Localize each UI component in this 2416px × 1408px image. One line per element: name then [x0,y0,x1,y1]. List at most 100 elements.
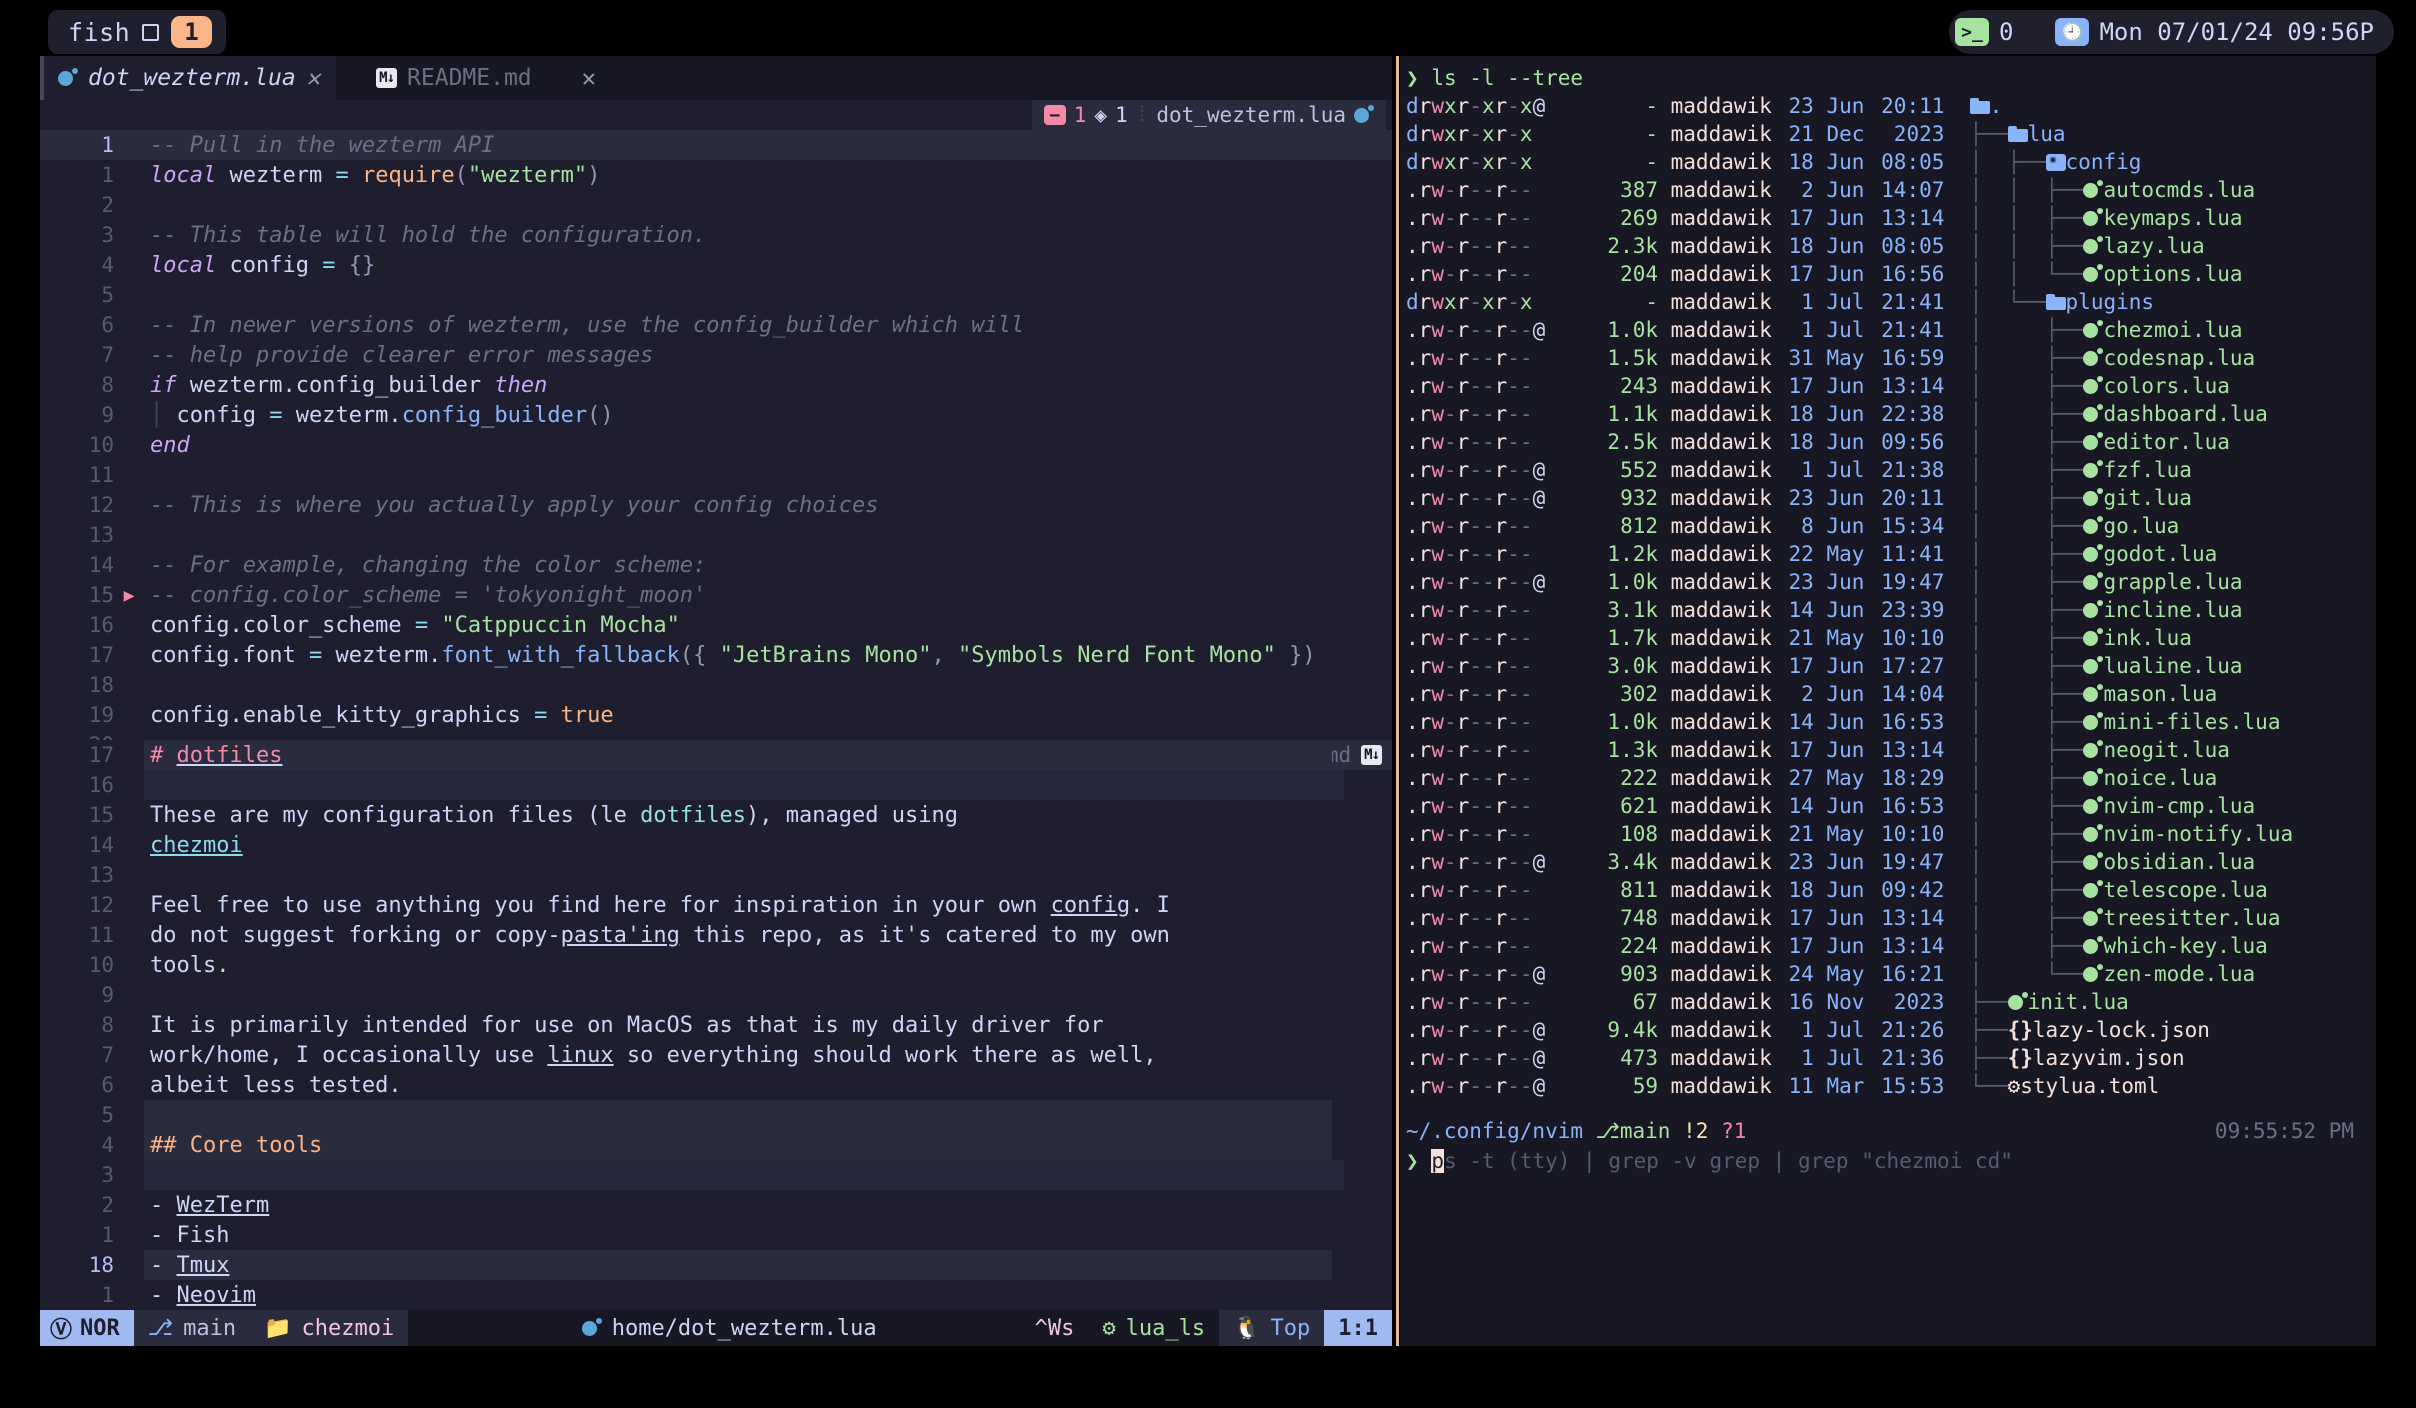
code-text: -- This table will hold the configuratio… [144,223,1392,248]
file-name[interactable]: zen-mode.lua [2103,962,2255,986]
file-name[interactable]: go.lua [2103,514,2179,538]
file-name[interactable]: fzf.lua [2103,458,2192,482]
line-number: 12 [40,893,114,917]
close-icon[interactable]: ✕ [306,66,320,90]
markdown-line: 12Feel free to use anything you find her… [40,890,1392,920]
file-name[interactable]: dashboard.lua [2103,402,2267,426]
terminal-input-line[interactable]: ❯ p s -t (tty) | grep -v grep | grep "ch… [1400,1146,2376,1176]
wezterm-tab-fish[interactable]: fish 1 [48,10,226,54]
file-size: 1.0k [1578,318,1658,342]
tab-dot-wezterm-lua[interactable]: dot_wezterm.lua ✕ [44,56,336,100]
lua-icon [2083,572,2103,592]
file-name[interactable]: codesnap.lua [2103,346,2255,370]
file-date-day: 23 [1772,94,1814,118]
terminal-file-row: .rw-r--r--812 maddawik8 Jun15:34 │ ├── g… [1400,512,2376,540]
prompt-path: ~/.config/nvim [1406,1119,1583,1143]
file-name[interactable]: init.lua [2028,990,2129,1014]
file-name[interactable]: lualine.lua [2103,654,2242,678]
file-name[interactable]: lazy-lock.json [2033,1018,2210,1042]
file-name[interactable]: plugins [2066,290,2155,314]
file-date-day: 23 [1772,850,1814,874]
file-name[interactable]: lua [2028,122,2066,146]
file-date-time: 23:39 [1864,598,1944,622]
file-name[interactable]: git.lua [2103,486,2192,510]
file-size: - [1578,122,1658,146]
file-date-day: 2 [1772,178,1814,202]
file-date-time: 21:36 [1864,1046,1944,1070]
markdown-text: - Neovim [144,1283,1392,1308]
status-directory-label: chezmoi [302,1316,395,1341]
file-name[interactable]: neogit.lua [2103,738,2229,762]
status-lsp[interactable]: ⚙ lua_ls [1088,1310,1219,1346]
file-name[interactable]: chezmoi.lua [2103,318,2242,342]
file-name[interactable]: mini-files.lua [2103,710,2280,734]
line-number: 6 [40,313,114,337]
lua-icon [2083,432,2103,452]
file-name[interactable]: obsidian.lua [2103,850,2255,874]
code-text: config.font = wezterm.font_with_fallback… [144,643,1392,668]
file-name[interactable]: telescope.lua [2103,878,2267,902]
code-line: 20 [40,730,1392,740]
status-branch[interactable]: ⎇ main [134,1310,250,1346]
markdown-icon: M↓ [376,68,397,88]
terminal-file-row: .rw-r--r--2.3k maddawik18 Jun08:05 │ │ ├… [1400,232,2376,260]
file-name[interactable]: editor.lua [2103,430,2229,454]
file-name[interactable]: . [1990,94,2003,118]
file-name[interactable]: nvim-cmp.lua [2103,794,2255,818]
file-name[interactable]: treesitter.lua [2103,906,2280,930]
tab-readme-md[interactable]: M↓ README.md ✕ [362,56,612,100]
lua-icon [2083,964,2103,984]
file-name[interactable]: nvim-notify.lua [2103,822,2293,846]
file-owner: maddawik [1658,206,1772,230]
file-permissions: .rw-r--r-- [1406,654,1578,678]
file-name[interactable]: godot.lua [2103,542,2217,566]
markdown-text: - Fish [144,1223,1392,1248]
file-owner: maddawik [1658,794,1772,818]
line-number: 8 [40,1013,114,1037]
file-name[interactable]: which-key.lua [2103,934,2267,958]
lua-editor-pane[interactable]: 1-- Pull in the wezterm API1local wezter… [40,130,1392,740]
tree-branch: │ ├── [1944,598,2083,622]
file-name[interactable]: incline.lua [2103,598,2242,622]
code-token: wezterm. [282,403,401,428]
file-name[interactable]: options.lua [2103,262,2242,286]
lua-icon [2083,236,2103,256]
file-name[interactable]: colors.lua [2103,374,2229,398]
terminal-file-row: .rw-r--r--302 maddawik2 Jun14:04 │ ├── m… [1400,680,2376,708]
file-date-time: 13:14 [1864,374,1944,398]
file-size: 3.1k [1578,598,1658,622]
file-name[interactable]: noice.lua [2103,766,2217,790]
file-name[interactable]: lazyvim.json [2033,1046,2185,1070]
markdown-editor-pane[interactable]: README.md M↓ 17# dotfiles1615These are m… [40,740,1392,1340]
markdown-line: 18- Tmux [40,1250,1392,1280]
code-token [335,253,348,278]
line-number: 7 [40,343,114,367]
file-name[interactable]: keymaps.lua [2103,206,2242,230]
code-line: 15▶-- config.color_scheme = 'tokyonight_… [40,580,1392,610]
file-name[interactable]: mason.lua [2103,682,2217,706]
code-token: ) [587,163,600,188]
status-directory[interactable]: 📁 chezmoi [250,1310,408,1346]
file-date-time: 21:41 [1864,290,1944,314]
file-name[interactable]: config [2066,150,2142,174]
file-name[interactable]: autocmds.lua [2103,178,2255,202]
file-name[interactable]: stylua.toml [2020,1074,2159,1098]
file-name[interactable]: ink.lua [2103,626,2192,650]
tree-branch: │ ├── [1944,150,2045,174]
terminal-pane[interactable]: ❯ ls -l --tree drwxr-xr-x@- maddawik23 J… [1400,56,2376,1346]
lua-icon [2083,880,2103,900]
file-name[interactable]: lazy.lua [2103,234,2204,258]
file-name[interactable]: grapple.lua [2103,570,2242,594]
file-permissions: .rw-r--r-- [1406,234,1578,258]
markdown-token: chezmoi [150,833,243,858]
line-number: 5 [40,1103,114,1127]
code-token: end [150,433,190,458]
file-owner: maddawik [1658,234,1772,258]
terminal-command-row: ❯ ls -l --tree [1400,64,2376,92]
file-date-month: May [1814,766,1865,790]
pane-separator[interactable] [1396,56,1399,1346]
close-icon[interactable]: ✕ [582,66,596,90]
file-date-day: 14 [1772,710,1814,734]
code-line: 1-- Pull in the wezterm API [40,130,1392,160]
file-size: 1.0k [1578,570,1658,594]
